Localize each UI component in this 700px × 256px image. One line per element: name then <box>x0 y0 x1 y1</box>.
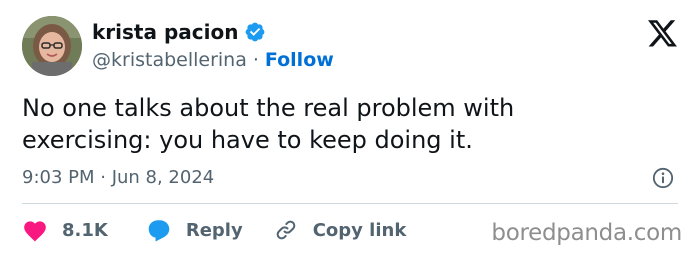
tweet-text-line: No one talks about the real problem with <box>22 94 515 122</box>
reply-label: Reply <box>185 219 243 241</box>
avatar[interactable] <box>22 16 82 76</box>
divider <box>22 203 678 204</box>
x-logo-icon[interactable] <box>648 20 678 48</box>
handle[interactable]: @kristabellerina <box>92 48 247 72</box>
tweet-text-line: exercising: you have to keep doing it. <box>22 126 473 154</box>
separator-dot: · <box>252 49 259 71</box>
handle-row: @kristabellerina · Follow <box>92 48 334 72</box>
reply-button[interactable]: Reply <box>146 218 243 242</box>
copy-link-button[interactable]: Copy link <box>273 218 407 242</box>
heart-icon <box>24 221 46 242</box>
tweet-card: krista pacion @kristabellerina · Follow … <box>0 0 700 256</box>
like-button[interactable]: 8.1K <box>22 218 108 242</box>
watermark: boredpanda.com <box>491 220 682 246</box>
likes-count: 8.1K <box>62 219 108 241</box>
tweet-timestamp[interactable]: 9:03 PM · Jun 8, 2024 <box>22 166 214 190</box>
action-bar: 8.1K Reply Copy link <box>22 216 406 244</box>
follow-button[interactable]: Follow <box>265 48 334 72</box>
avatar-image <box>22 16 82 76</box>
tweet-text: No one talks about the real problem with… <box>22 92 662 156</box>
verified-badge-icon <box>246 22 265 42</box>
author-name-row: krista pacion <box>92 20 266 44</box>
info-icon[interactable] <box>652 167 674 189</box>
link-icon <box>276 220 296 240</box>
speech-bubble-icon <box>148 220 170 242</box>
display-name[interactable]: krista pacion <box>92 20 238 44</box>
copy-link-label: Copy link <box>312 219 407 241</box>
